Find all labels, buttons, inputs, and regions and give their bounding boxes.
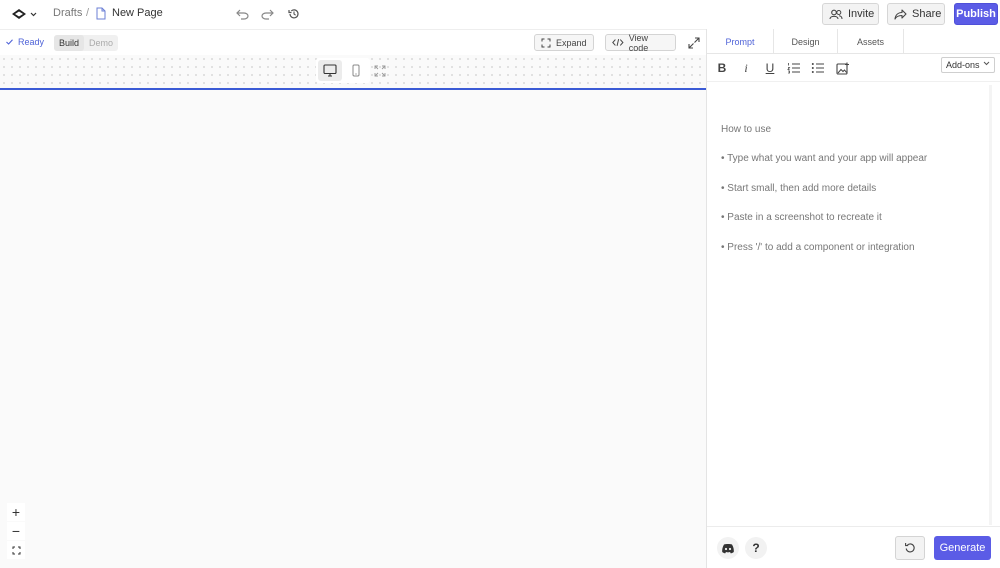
ordered-list-icon — [787, 63, 800, 74]
undo-icon — [235, 9, 249, 20]
generate-button[interactable]: Generate — [934, 536, 991, 560]
editor-scrollbar[interactable] — [989, 85, 992, 525]
help-item: • Paste in a screenshot to recreate it — [721, 212, 882, 223]
bullet-list-button[interactable] — [811, 61, 825, 75]
publish-button[interactable]: Publish — [954, 3, 998, 25]
history-button[interactable] — [286, 6, 302, 22]
check-icon — [6, 39, 13, 45]
invite-button[interactable]: Invite — [822, 3, 879, 25]
fullscreen-button[interactable] — [368, 60, 392, 81]
panel-footer: ? Generate — [707, 526, 1000, 568]
tab-prompt[interactable]: Prompt — [707, 29, 774, 54]
fit-screen-button[interactable] — [7, 541, 25, 559]
view-code-label: View code — [628, 32, 649, 53]
addons-dropdown[interactable]: Add-ons — [941, 57, 995, 73]
canvas-toolbar: Ready Build Demo Expand View code — [0, 29, 706, 55]
image-icon — [836, 62, 849, 75]
share-label: Share — [912, 8, 942, 20]
mode-demo[interactable]: Demo — [84, 35, 118, 51]
logo-icon — [12, 9, 26, 19]
zoom-in-button[interactable]: + — [7, 503, 25, 521]
mode-toggle: Build Demo — [54, 35, 119, 51]
fit-screen-icon — [12, 546, 20, 554]
desktop-view-button[interactable] — [318, 60, 342, 81]
expand-button[interactable]: Expand — [534, 34, 594, 51]
file-icon — [96, 7, 106, 20]
share-icon — [894, 8, 907, 20]
reset-icon — [905, 543, 915, 553]
app-root: Drafts / New Page Invite Share Publish R… — [0, 0, 1000, 568]
mode-build[interactable]: Build — [54, 35, 85, 51]
underline-button[interactable]: U — [763, 61, 777, 75]
reset-button[interactable] — [895, 536, 925, 560]
ordered-list-button[interactable] — [787, 61, 801, 75]
invite-label: Invite — [848, 8, 875, 20]
discord-button[interactable] — [717, 537, 739, 559]
status-text: Ready — [18, 37, 45, 47]
tab-assets[interactable]: Assets — [838, 29, 904, 54]
expand-label: Expand — [556, 37, 587, 48]
mobile-icon — [352, 64, 360, 77]
discord-icon — [722, 543, 734, 553]
users-icon — [829, 9, 843, 19]
expand-icon — [541, 38, 551, 47]
history-icon — [288, 9, 299, 19]
panel-tabs: Prompt Design Assets — [707, 29, 1000, 54]
page-title[interactable]: New Page — [112, 7, 163, 19]
insert-image-button[interactable] — [836, 61, 850, 75]
view-code-button[interactable]: View code — [605, 32, 676, 53]
design-canvas[interactable]: + − — [0, 90, 706, 568]
mobile-view-button[interactable] — [344, 60, 368, 81]
zoom-out-button[interactable]: − — [7, 522, 25, 540]
code-icon — [612, 38, 624, 47]
share-button[interactable]: Share — [887, 3, 945, 25]
undo-button[interactable] — [234, 6, 250, 22]
redo-button[interactable] — [259, 6, 275, 22]
top-bar: Drafts / New Page Invite Share Publish — [0, 0, 1000, 29]
help-item: • Press '/' to add a component or integr… — [721, 242, 915, 253]
prompt-editor[interactable]: How to use • Type what you want and your… — [707, 81, 1000, 526]
italic-button[interactable]: i — [739, 61, 753, 75]
maximize-icon — [688, 37, 700, 49]
fullscreen-icon — [374, 65, 386, 76]
chevron-down-icon — [983, 61, 990, 66]
breadcrumb-drafts[interactable]: Drafts — [53, 7, 82, 19]
chevron-down-icon — [30, 12, 37, 16]
help-item: • Start small, then add more details — [721, 183, 877, 194]
help-item: • Type what you want and your app will a… — [721, 153, 928, 164]
bold-button[interactable]: B — [715, 61, 729, 75]
bullet-list-icon — [811, 63, 824, 73]
help-title: How to use — [721, 124, 772, 135]
help-button[interactable]: ? — [745, 537, 767, 559]
tab-design[interactable]: Design — [774, 29, 838, 54]
maximize-button[interactable] — [686, 35, 702, 51]
redo-icon — [260, 9, 274, 20]
logo-menu[interactable] — [11, 6, 39, 22]
addons-label: Add-ons — [946, 60, 980, 70]
desktop-icon — [323, 64, 337, 77]
status-indicator: Ready — [6, 37, 44, 47]
prompt-panel: Prompt Design Assets B i U Add-ons How t… — [706, 29, 1000, 568]
breadcrumb-separator: / — [86, 7, 90, 19]
